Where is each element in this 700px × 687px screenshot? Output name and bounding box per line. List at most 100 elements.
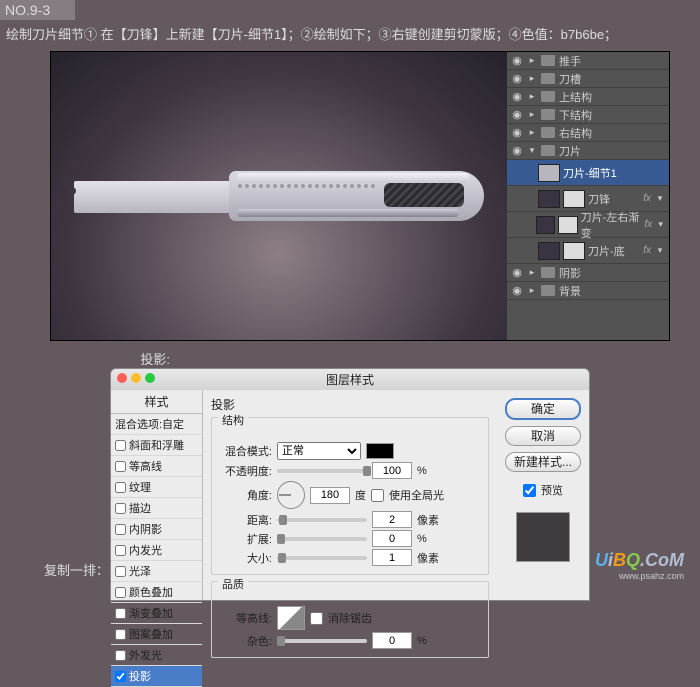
knife-grip bbox=[384, 183, 464, 207]
visibility-icon[interactable]: ◉ bbox=[511, 266, 523, 279]
folder-icon bbox=[541, 285, 555, 296]
layer-label: 刀片-左右渐变 bbox=[581, 209, 641, 241]
style-stroke[interactable]: 描边 bbox=[111, 498, 202, 519]
style-checkbox[interactable] bbox=[115, 566, 126, 577]
preview-checkbox[interactable] bbox=[523, 484, 536, 497]
chevron-down-icon[interactable]: ▾ bbox=[656, 219, 665, 230]
expand-icon[interactable]: ▸ bbox=[527, 91, 537, 102]
new-style-button[interactable]: 新建样式... bbox=[505, 452, 581, 472]
ok-button[interactable]: 确定 bbox=[505, 398, 581, 420]
style-checkbox[interactable] bbox=[115, 524, 126, 535]
distance-label: 距离: bbox=[220, 512, 272, 528]
style-checkbox[interactable] bbox=[115, 545, 126, 556]
style-checkbox[interactable] bbox=[115, 461, 126, 472]
chevron-down-icon[interactable]: ▾ bbox=[655, 245, 665, 256]
noise-slider[interactable] bbox=[277, 639, 367, 643]
layer-thumb bbox=[538, 164, 560, 182]
layer-row-pushhand[interactable]: ◉▸推手 bbox=[507, 52, 669, 70]
style-checkbox[interactable] bbox=[115, 503, 126, 514]
size-input[interactable] bbox=[372, 549, 412, 566]
knife-handle-bottom bbox=[237, 209, 459, 217]
expand-icon[interactable]: ▸ bbox=[527, 109, 537, 120]
layer-row-right-struct[interactable]: ◉▸右结构 bbox=[507, 124, 669, 142]
structure-group: 结构 混合模式: 正常 不透明度: % 角度: 度 使用全局光 距离: bbox=[211, 417, 489, 575]
cancel-button[interactable]: 取消 bbox=[505, 426, 581, 446]
layer-row-blade-folder[interactable]: ◉▾刀片 bbox=[507, 142, 669, 160]
fx-indicator[interactable]: fx bbox=[645, 219, 653, 230]
visibility-icon[interactable]: ◉ bbox=[511, 126, 523, 139]
minimize-icon[interactable] bbox=[131, 373, 141, 383]
layer-label: 刀片-底 bbox=[588, 243, 625, 259]
angle-unit: 度 bbox=[355, 487, 366, 503]
preview-label: 预览 bbox=[541, 482, 563, 498]
visibility-icon[interactable]: ◉ bbox=[511, 284, 523, 297]
zoom-icon[interactable] bbox=[145, 373, 155, 383]
spread-input[interactable] bbox=[372, 530, 412, 547]
style-texture[interactable]: 纹理 bbox=[111, 477, 202, 498]
style-satin[interactable]: 光泽 bbox=[111, 561, 202, 582]
layer-row-slot[interactable]: ◉▸刀槽 bbox=[507, 70, 669, 88]
style-drop-shadow[interactable]: 投影 bbox=[111, 666, 202, 687]
style-inner-shadow[interactable]: 内阴影 bbox=[111, 519, 202, 540]
style-pattern-overlay[interactable]: 图案叠加 bbox=[111, 624, 202, 645]
layer-row-upper[interactable]: ◉▸上结构 bbox=[507, 88, 669, 106]
opacity-input[interactable] bbox=[372, 462, 412, 479]
fx-indicator[interactable]: fx bbox=[643, 193, 651, 204]
visibility-icon[interactable]: ◉ bbox=[511, 90, 523, 103]
spread-slider[interactable] bbox=[277, 537, 367, 541]
style-contour-opt[interactable]: 等高线 bbox=[111, 456, 202, 477]
layer-row-blade-gradient[interactable]: 刀片-左右渐变 fx▾ bbox=[507, 212, 669, 238]
chevron-down-icon[interactable]: ▾ bbox=[655, 193, 665, 204]
layer-row-background[interactable]: ◉▸背景 bbox=[507, 282, 669, 300]
style-blend-options[interactable]: 混合选项:自定 bbox=[111, 414, 202, 435]
distance-slider[interactable] bbox=[277, 518, 367, 522]
style-gradient-overlay[interactable]: 渐变叠加 bbox=[111, 603, 202, 624]
layer-row-lower[interactable]: ◉▸下结构 bbox=[507, 106, 669, 124]
style-list: 样式 混合选项:自定 斜面和浮雕 等高线 纹理 描边 内阴影 内发光 光泽 颜色… bbox=[111, 390, 203, 600]
px-unit: 像素 bbox=[417, 550, 439, 566]
layer-row-blade-detail1[interactable]: 刀片-细节1 bbox=[507, 160, 669, 186]
angle-dial[interactable] bbox=[277, 481, 305, 509]
antialias-checkbox[interactable] bbox=[310, 612, 323, 625]
visibility-icon[interactable]: ◉ bbox=[511, 54, 523, 67]
style-inner-glow[interactable]: 内发光 bbox=[111, 540, 202, 561]
expand-icon[interactable]: ▸ bbox=[527, 285, 537, 296]
layer-row-blade-base[interactable]: 刀片-底 fx ▾ bbox=[507, 238, 669, 264]
style-checkbox[interactable] bbox=[115, 650, 126, 661]
style-checkbox[interactable] bbox=[115, 608, 126, 619]
style-checkbox[interactable] bbox=[115, 482, 126, 493]
visibility-icon[interactable]: ◉ bbox=[511, 144, 523, 157]
style-checkbox[interactable] bbox=[115, 671, 126, 682]
noise-input[interactable] bbox=[372, 632, 412, 649]
dialog-title: 图层样式 bbox=[111, 369, 589, 390]
distance-input[interactable] bbox=[372, 511, 412, 528]
contour-swatch[interactable] bbox=[277, 606, 305, 630]
style-color-overlay[interactable]: 颜色叠加 bbox=[111, 582, 202, 603]
canvas-preview bbox=[51, 52, 507, 340]
fx-indicator[interactable]: fx bbox=[643, 245, 651, 256]
layer-label: 阴影 bbox=[559, 265, 581, 281]
blend-mode-select[interactable]: 正常 bbox=[277, 442, 361, 460]
layer-row-shadow[interactable]: ◉ ▸ 阴影 bbox=[507, 264, 669, 282]
style-checkbox[interactable] bbox=[115, 440, 126, 451]
percent-unit: % bbox=[417, 533, 427, 545]
size-label: 大小: bbox=[220, 550, 272, 566]
style-checkbox[interactable] bbox=[115, 587, 126, 598]
expand-icon[interactable]: ▸ bbox=[527, 73, 537, 84]
visibility-icon[interactable]: ◉ bbox=[511, 108, 523, 121]
expand-icon[interactable]: ▸ bbox=[527, 55, 537, 66]
style-bevel[interactable]: 斜面和浮雕 bbox=[111, 435, 202, 456]
style-outer-glow[interactable]: 外发光 bbox=[111, 645, 202, 666]
angle-input[interactable] bbox=[310, 487, 350, 504]
expand-icon[interactable]: ▸ bbox=[527, 267, 537, 278]
expand-icon[interactable]: ▾ bbox=[527, 145, 537, 156]
close-icon[interactable] bbox=[117, 373, 127, 383]
size-slider[interactable] bbox=[277, 556, 367, 560]
global-light-checkbox[interactable] bbox=[371, 489, 384, 502]
shadow-color-swatch[interactable] bbox=[366, 443, 394, 459]
visibility-icon[interactable]: ◉ bbox=[511, 72, 523, 85]
knife-handle bbox=[229, 171, 484, 221]
expand-icon[interactable]: ▸ bbox=[527, 127, 537, 138]
style-checkbox[interactable] bbox=[115, 629, 126, 640]
opacity-slider[interactable] bbox=[277, 469, 367, 473]
